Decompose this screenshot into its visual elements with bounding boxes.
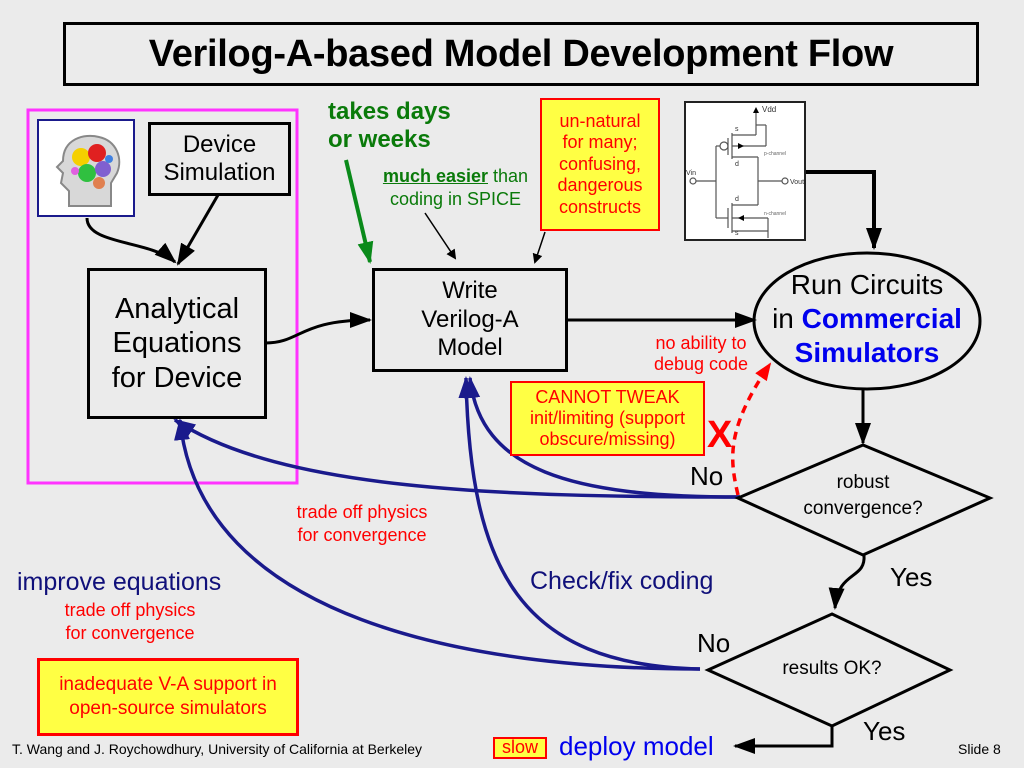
robust-yes-label: Yes: [890, 562, 933, 592]
inadequate-line-1: inadequate V-A support in: [59, 674, 277, 696]
tradeoff-left-note: trade off physics for convergence: [50, 599, 210, 646]
deploy-model-label: deploy model: [559, 731, 714, 761]
slide-title: Verilog-A-based Model Development Flow: [148, 32, 894, 75]
arrow-unnatural: [532, 231, 546, 264]
cannot-tweak-line-1: CANNOT TWEAK: [535, 387, 680, 408]
footer-authors: T. Wang and J. Roychowdhury, University …: [12, 741, 423, 757]
takes-days-note: takes days or weeks: [328, 98, 451, 153]
brain-image: [37, 119, 135, 217]
run-circuits-commercial: Commercial: [801, 303, 962, 335]
much-easier-note: much easier than coding in SPICE: [368, 165, 543, 210]
cannot-tweak-line-2: init/limiting (support: [529, 408, 686, 429]
cmos-inverter-schematic-icon: Vdd s d d s p-channel n-channel Vin Vout: [686, 105, 804, 238]
unnatural-note: un-natural for many; confusing, dangerou…: [540, 98, 660, 231]
takes-days-line-1: takes days: [328, 98, 451, 125]
check-fix-coding-label: Check/fix coding: [530, 567, 714, 595]
run-circuits-line-1: Run Circuits: [790, 269, 944, 300]
device-simulation-label-2: Simulation: [163, 159, 276, 186]
write-label-1: Write: [442, 276, 498, 304]
unnatural-line-1: un-natural: [559, 110, 641, 131]
vin-label: Vin: [686, 170, 696, 177]
results-no-label: No: [697, 628, 731, 658]
much-easier-rest: than: [488, 166, 529, 186]
unnatural-line-3: confusing,: [558, 153, 642, 174]
device-simulation-box: Device Simulation: [148, 122, 291, 196]
robust-line-2: convergence?: [803, 497, 923, 519]
write-label-3: Model: [437, 334, 503, 362]
tradeoff-mid-line-1: trade off physics: [296, 502, 428, 522]
n-source-label: s: [735, 230, 739, 237]
unnatural-line-5: constructs: [558, 196, 642, 217]
tradeoff-mid-note: trade off physics for convergence: [282, 501, 442, 548]
results-yes-label: Yes: [863, 716, 906, 746]
arrow-takes-days: [344, 159, 374, 264]
much-easier-bold: much easier: [382, 166, 488, 186]
takes-days-line-2: or weeks: [328, 125, 431, 153]
arrow-much-easier: [424, 212, 457, 260]
write-label-2: Verilog-A: [421, 305, 519, 333]
n-channel-label: n-channel: [764, 211, 786, 217]
arrow-circuit-to-run: [804, 170, 882, 250]
analytical-equations-box: Analytical Equations for Device: [87, 268, 267, 419]
robust-convergence-label: robust convergence?: [763, 470, 963, 521]
blocked-x-mark: X: [707, 414, 733, 456]
cannot-tweak-line-3: obscure/missing): [539, 428, 676, 449]
run-circuits-line-3: Simulators: [794, 337, 940, 369]
device-simulation-label-1: Device: [182, 131, 257, 159]
arrow-brain-to-equations: [85, 217, 177, 264]
tradeoff-left-line-1: trade off physics: [64, 600, 196, 620]
no-debug-line-2: debug code: [653, 353, 749, 374]
unnatural-line-2: for many;: [562, 132, 638, 153]
improve-equations-label: improve equations: [17, 568, 222, 596]
no-debug-note: no ability to debug code: [642, 333, 760, 374]
run-circuits-prefix: in: [772, 303, 794, 335]
brain-gears-icon: [55, 134, 121, 207]
run-circuits-label: Run Circuits in Commercial Simulators: [754, 268, 980, 370]
p-channel-label: p-channel: [764, 151, 786, 157]
results-ok-label: results OK?: [782, 658, 882, 679]
p-drain-label: d: [735, 161, 739, 168]
cannot-tweak-note: CANNOT TWEAK init/limiting (support obsc…: [510, 381, 705, 456]
arrow-devsim-to-equations: [176, 194, 220, 266]
arrow-equations-to-write: [265, 312, 372, 345]
slide-number: Slide 8: [958, 741, 1001, 757]
robust-no-label: No: [690, 461, 724, 491]
tradeoff-mid-line-2: for convergence: [297, 525, 427, 546]
cmos-inverter-image: Vdd s d d s p-channel n-channel Vin Vout: [684, 101, 806, 241]
p-source-label: s: [735, 126, 739, 133]
inadequate-line-2: open-source simulators: [69, 698, 267, 719]
robust-line-1: robust: [836, 472, 890, 493]
vout-label: Vout: [790, 179, 804, 186]
analytical-label-2: Equations: [112, 327, 242, 360]
slide-title-box: Verilog-A-based Model Development Flow: [63, 22, 979, 86]
arrow-robust-yes-to-results: [828, 554, 866, 610]
write-verilog-a-model-box: Write Verilog-A Model: [372, 268, 568, 372]
inadequate-support-note: inadequate V-A support in open-source si…: [37, 658, 299, 736]
vdd-label: Vdd: [762, 105, 776, 114]
slow-badge: slow: [493, 737, 547, 759]
n-drain-label: d: [735, 196, 739, 203]
unnatural-line-4: dangerous: [557, 175, 643, 196]
arrow-results-yes-to-deploy: [733, 726, 834, 754]
no-debug-line-1: no ability to: [655, 333, 747, 353]
analytical-label-1: Analytical: [114, 293, 240, 326]
analytical-label-3: for Device: [111, 361, 243, 394]
tradeoff-left-line-2: for convergence: [65, 623, 195, 644]
much-easier-line-2: coding in SPICE: [389, 188, 522, 209]
